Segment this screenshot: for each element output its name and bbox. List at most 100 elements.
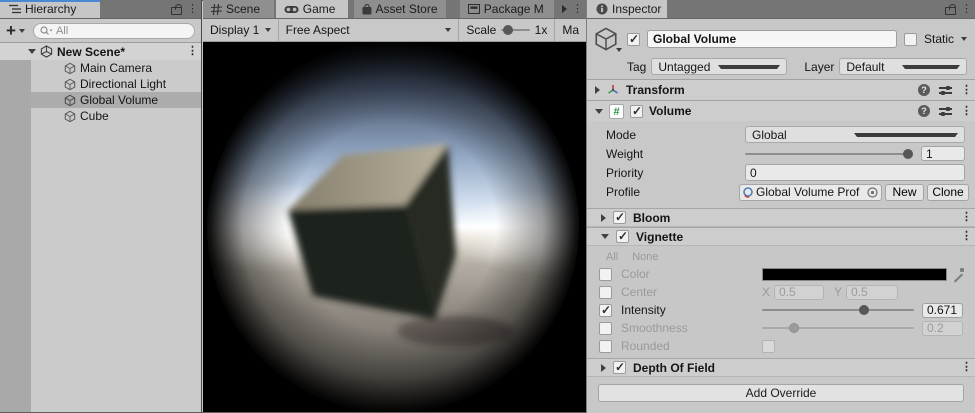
foldout-open-icon[interactable] <box>601 234 609 239</box>
scene-menu-icon[interactable] <box>187 46 195 57</box>
help-icon[interactable]: ? <box>918 84 930 96</box>
mode-dropdown[interactable]: Global <box>745 126 965 143</box>
intensity-slider[interactable] <box>762 309 914 311</box>
weight-value: 1 <box>926 147 933 161</box>
foldout-open-icon[interactable] <box>28 49 36 54</box>
volume-component-header[interactable]: # Volume ? <box>587 100 975 121</box>
display-dropdown[interactable]: Display 1 <box>203 19 279 41</box>
gameobject-name-input[interactable]: Global Volume <box>647 30 897 48</box>
add-override-button[interactable]: Add Override <box>598 384 964 402</box>
hierarchy-item-cube[interactable]: Cube <box>31 108 201 124</box>
center-x-value: 0.5 <box>779 285 796 299</box>
weight-slider-handle[interactable] <box>903 149 913 159</box>
vignette-enabled-checkbox[interactable] <box>616 230 629 243</box>
maximize-label: Ma <box>562 23 579 37</box>
preset-icon[interactable] <box>939 85 952 96</box>
scale-slider-handle[interactable] <box>503 25 513 35</box>
profile-clone-button[interactable]: Clone <box>927 184 969 201</box>
package-icon <box>468 4 480 14</box>
lock-icon[interactable] <box>170 4 181 15</box>
priority-label: Priority <box>606 166 745 180</box>
profile-label: Profile <box>606 185 739 199</box>
override-menu-icon[interactable] <box>961 212 969 223</box>
volume-enabled-checkbox[interactable] <box>630 105 643 118</box>
help-icon[interactable]: ? <box>918 105 930 117</box>
tab-asset-store[interactable]: Asset Store <box>354 0 446 18</box>
preset-icon[interactable] <box>939 106 952 117</box>
lock-icon[interactable] <box>944 4 955 15</box>
hierarchy-search-input[interactable]: All <box>33 23 195 39</box>
scene-row[interactable]: New Scene* <box>0 43 201 60</box>
tab-scene-label: Scene <box>226 2 260 16</box>
component-menu-icon[interactable] <box>961 85 969 96</box>
tab-package-manager[interactable]: Package M <box>460 0 554 18</box>
hierarchy-item-main-camera[interactable]: Main Camera <box>31 60 201 76</box>
clone-button-label: Clone <box>932 185 963 199</box>
panel-menu-icon[interactable] <box>572 4 580 15</box>
center-x-input[interactable]: 0.5 <box>774 285 824 300</box>
foldout-closed-icon[interactable] <box>601 364 606 372</box>
tab-hierarchy[interactable]: Hierarchy <box>0 0 100 18</box>
aspect-dropdown[interactable]: Free Aspect <box>279 19 460 41</box>
foldout-open-icon[interactable] <box>595 109 603 114</box>
smoothness-slider-handle[interactable] <box>789 323 799 333</box>
weight-slider[interactable] <box>745 153 913 155</box>
tag-dropdown[interactable]: Untagged <box>651 58 787 75</box>
static-label: Static <box>924 32 954 46</box>
hierarchy-item-directional-light[interactable]: Directional Light <box>31 76 201 92</box>
smoothness-input[interactable]: 0.2 <box>922 321 963 336</box>
panel-menu-icon[interactable] <box>187 4 195 15</box>
all-button[interactable]: All <box>606 251 618 263</box>
layer-dropdown[interactable]: Default <box>839 58 967 75</box>
dof-enabled-checkbox[interactable] <box>613 361 626 374</box>
object-picker-icon[interactable] <box>867 187 878 198</box>
static-checkbox[interactable] <box>904 33 917 46</box>
transform-tool-icon <box>606 84 620 97</box>
bloom-enabled-checkbox[interactable] <box>613 211 626 224</box>
dof-override-header[interactable]: Depth Of Field <box>587 358 975 377</box>
foldout-closed-icon[interactable] <box>595 86 600 94</box>
tab-inspector[interactable]: Inspector <box>587 0 667 18</box>
center-override-checkbox[interactable] <box>599 286 612 299</box>
more-tabs-arrow-icon[interactable] <box>562 5 567 13</box>
smoothness-override-checkbox[interactable] <box>599 322 612 335</box>
color-swatch[interactable] <box>762 268 948 281</box>
smoothness-slider[interactable] <box>762 327 914 329</box>
vignette-override-header[interactable]: Vignette <box>587 227 975 246</box>
volume-body: Mode Global Weight 1 Priorit <box>587 121 975 208</box>
weight-input[interactable]: 1 <box>921 146 965 161</box>
profile-object-field[interactable]: Global Volume Prof <box>739 184 882 201</box>
profile-new-button[interactable]: New <box>885 184 924 201</box>
maximize-on-play-toggle[interactable]: Ma <box>555 19 586 41</box>
color-override-checkbox[interactable] <box>599 268 612 281</box>
intensity-override-checkbox[interactable] <box>599 304 612 317</box>
component-menu-icon[interactable] <box>961 106 969 117</box>
foldout-closed-icon[interactable] <box>601 214 606 222</box>
rounded-value-checkbox[interactable] <box>762 340 775 353</box>
create-object-button[interactable]: + <box>6 24 25 38</box>
priority-input[interactable]: 0 <box>745 164 965 181</box>
intensity-slider-handle[interactable] <box>859 305 869 315</box>
static-dropdown-icon[interactable] <box>961 37 967 41</box>
override-menu-icon[interactable] <box>961 362 969 373</box>
dof-title: Depth Of Field <box>633 361 715 375</box>
tab-game[interactable]: Game <box>276 0 348 18</box>
search-icon <box>40 26 53 36</box>
gameobject-active-checkbox[interactable] <box>627 33 640 46</box>
override-menu-icon[interactable] <box>961 231 969 242</box>
rounded-override-checkbox[interactable] <box>599 340 612 353</box>
center-y-input[interactable]: 0.5 <box>846 285 898 300</box>
bloom-override-header[interactable]: Bloom <box>587 208 975 227</box>
tab-scene[interactable]: Scene <box>203 0 274 18</box>
game-viewport[interactable] <box>203 42 586 412</box>
panel-menu-icon[interactable] <box>961 4 969 15</box>
transform-component-header[interactable]: Transform ? <box>587 79 975 100</box>
gameobject-icon[interactable] <box>593 26 620 52</box>
scale-slider[interactable] <box>501 29 529 31</box>
gameobject-cube-icon <box>64 110 76 123</box>
none-button[interactable]: None <box>632 251 658 263</box>
hierarchy-item-global-volume[interactable]: Global Volume <box>31 92 201 108</box>
add-override-label: Add Override <box>746 386 817 400</box>
intensity-input[interactable]: 0.671 <box>922 303 963 318</box>
eyedropper-icon[interactable] <box>951 267 965 281</box>
